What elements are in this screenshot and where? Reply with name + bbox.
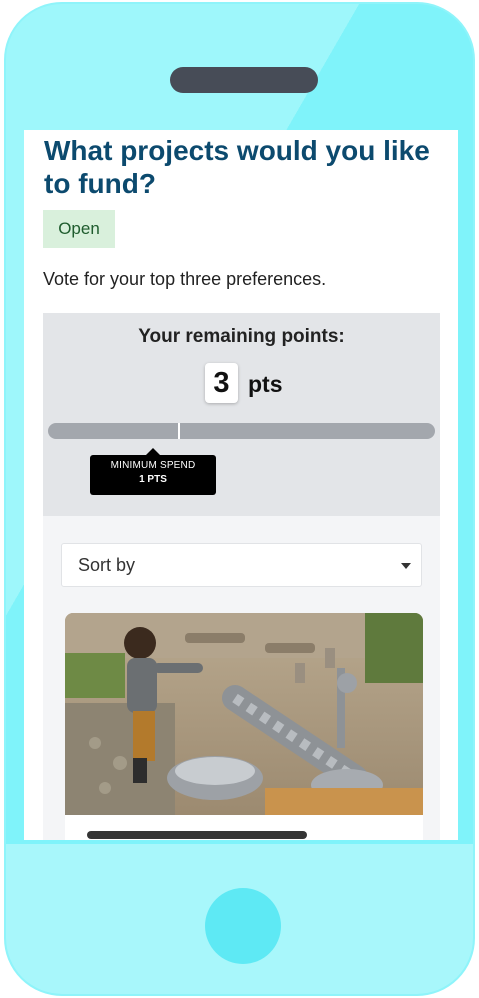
minimum-spend-tooltip: MINIMUM SPEND 1 PTS <box>90 448 216 495</box>
projects-list-panel: Sort by <box>43 516 440 840</box>
tooltip-value: 1 PTS <box>139 474 167 485</box>
points-unit: pts <box>248 371 283 397</box>
sort-dropdown[interactable]: Sort by <box>61 543 422 587</box>
project-title <box>87 831 307 839</box>
home-button[interactable] <box>205 888 281 964</box>
tooltip-title: MINIMUM SPEND <box>110 460 196 471</box>
remaining-points-value: 3 <box>205 363 238 403</box>
points-panel: Your remaining points: 3 pts MINIMUM SPE… <box>43 313 440 516</box>
phone-speaker <box>170 67 318 93</box>
project-image <box>65 613 423 815</box>
page-title: What projects would you like to fund? <box>44 135 430 199</box>
chevron-down-icon <box>401 563 411 569</box>
instructions-text: Vote for your top three preferences. <box>43 269 327 289</box>
remaining-points-label: Your remaining points: <box>138 326 345 347</box>
phone-screen: What projects would you like to fund? Op… <box>24 130 458 840</box>
sort-label: Sort by <box>78 554 136 575</box>
project-card[interactable] <box>65 613 423 840</box>
minimum-spend-marker <box>177 423 180 439</box>
status-badge: Open <box>43 210 115 248</box>
points-progress-bar <box>48 423 435 439</box>
